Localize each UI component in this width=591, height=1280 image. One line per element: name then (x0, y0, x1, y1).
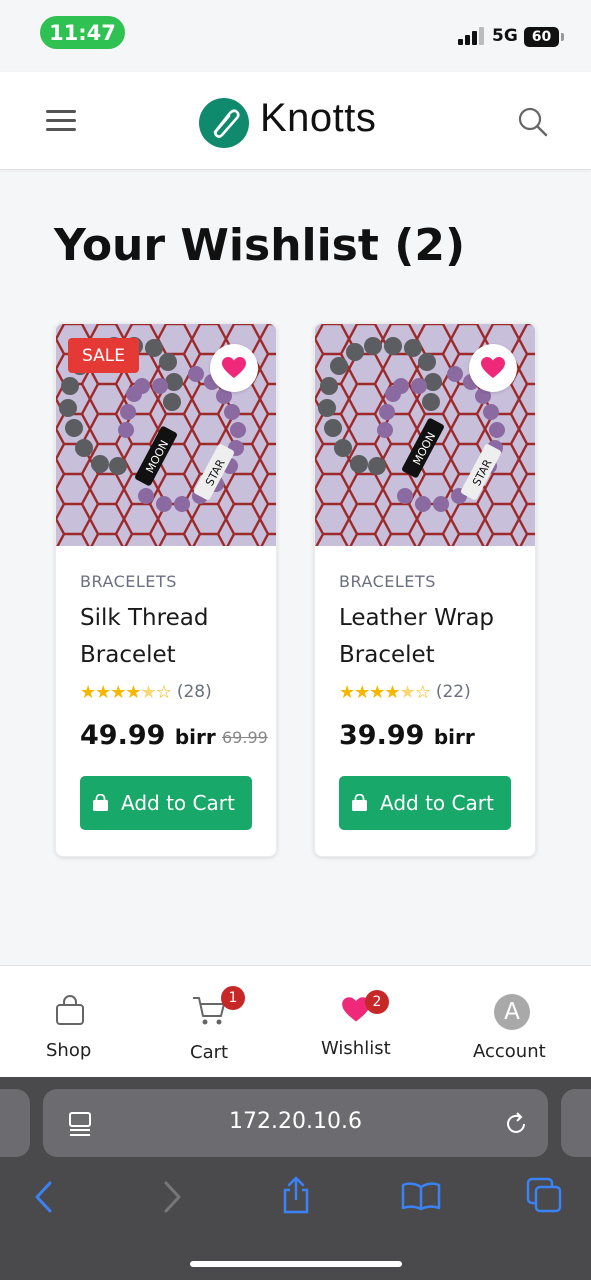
heart-icon (222, 357, 246, 378)
battery-icon: 60 (524, 27, 559, 47)
add-to-cart-button[interactable]: Add to Cart (80, 776, 252, 830)
forward-arrow-icon[interactable] (160, 1180, 184, 1214)
nav-label-account: Account (473, 1041, 546, 1062)
shopping-bag-icon (93, 794, 108, 811)
status-time: 11:47 (40, 16, 125, 49)
old-price: 69.99 (222, 728, 268, 747)
nav-item-shop[interactable]: Shop (30, 966, 110, 1078)
product-rating: ★★★★★☆ (28) (80, 680, 212, 704)
nav-label-cart: Cart (190, 1042, 229, 1063)
rating-stars-icon: ★★★★★☆ (80, 681, 172, 703)
search-icon[interactable] (517, 106, 549, 138)
product-price: 49.99 birr (80, 720, 216, 751)
back-arrow-icon[interactable] (32, 1180, 56, 1214)
product-category: BRACELETS (80, 572, 177, 591)
cart-count-badge: 1 (221, 986, 245, 1010)
home-indicator[interactable] (190, 1261, 402, 1267)
page-title: Your Wishlist (2) (54, 220, 466, 271)
tabs-icon[interactable] (526, 1177, 564, 1213)
wishlist-heart-button[interactable] (469, 344, 517, 392)
product-name[interactable]: Leather Wrap Bracelet (339, 600, 529, 674)
status-bar: 11:47 5G 60 (0, 0, 591, 72)
logo-icon[interactable] (199, 98, 249, 148)
bottom-nav: Shop 1 Cart 2 Wishlist A Account (0, 965, 591, 1077)
address-bar[interactable]: 172.20.10.6 (43, 1089, 548, 1157)
wishlist-heart-button[interactable] (210, 344, 258, 392)
add-to-cart-label: Add to Cart (121, 791, 235, 815)
nav-label-shop: Shop (46, 1040, 92, 1061)
product-card[interactable]: MOON STAR BRACELETS Leather Wrap Bracele… (314, 323, 536, 857)
bookmarks-icon[interactable] (401, 1181, 441, 1211)
review-count: (22) (435, 682, 471, 702)
wishlist-count-badge: 2 (365, 990, 389, 1014)
browser-toolbar: 172.20.10.6 (0, 1077, 591, 1280)
product-category: BRACELETS (339, 572, 436, 591)
previous-tab[interactable] (0, 1089, 30, 1157)
nav-label-wishlist: Wishlist (321, 1038, 391, 1059)
product-rating: ★★★★★☆ (22) (339, 680, 471, 704)
review-count: (28) (176, 682, 212, 702)
sale-badge: SALE (68, 338, 139, 373)
add-to-cart-label: Add to Cart (380, 791, 494, 815)
brand-name[interactable]: Knotts (260, 96, 376, 141)
nav-item-wishlist[interactable]: 2 Wishlist (315, 966, 405, 1078)
add-to-cart-button[interactable]: Add to Cart (339, 776, 511, 830)
nav-item-account[interactable]: Account (468, 966, 568, 1078)
next-tab[interactable] (561, 1089, 591, 1157)
share-icon[interactable] (280, 1175, 312, 1215)
battery-tip (561, 33, 564, 41)
shopping-bag-icon (56, 995, 84, 1025)
network-type: 5G (492, 26, 518, 46)
hamburger-menu-icon[interactable] (46, 110, 76, 132)
product-price: 39.99 birr (339, 720, 475, 751)
product-name[interactable]: Silk Thread Bracelet (80, 600, 270, 674)
heart-icon (481, 357, 505, 378)
product-card[interactable]: MOON STAR SALE BRACELETS Silk Thread Bra… (55, 323, 277, 857)
signal-icon (458, 27, 484, 45)
shopping-bag-icon (352, 794, 367, 811)
rating-stars-icon: ★★★★★☆ (339, 681, 431, 703)
nav-item-cart[interactable]: 1 Cart (175, 966, 255, 1078)
app-header: Knotts (0, 72, 591, 170)
reload-icon[interactable] (503, 1111, 529, 1137)
url-text: 172.20.10.6 (229, 1109, 362, 1134)
